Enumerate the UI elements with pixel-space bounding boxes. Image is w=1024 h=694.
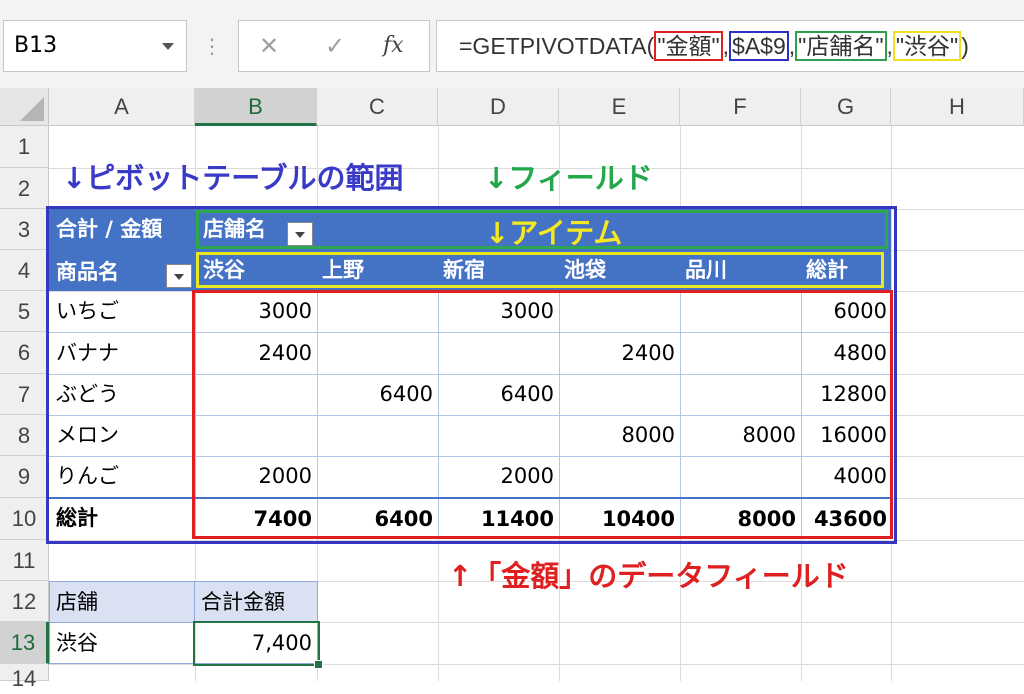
row-header-7[interactable]: 7 [0,374,49,415]
name-box-value: B13 [14,33,58,58]
row-header-14[interactable]: 14 [0,664,49,691]
row-header-13[interactable]: 13 [0,622,49,664]
row-header-6[interactable]: 6 [0,332,49,374]
row-header-2[interactable]: 2 [0,168,49,209]
active-cell-selection[interactable] [193,621,320,666]
column-header-c[interactable]: C [317,88,438,126]
annotation-data-field: ↑「金額」のデータフィールド [448,559,849,593]
chevron-down-icon[interactable] [162,43,174,50]
enter-check-icon[interactable]: ✓ [325,31,345,61]
cancel-icon[interactable]: ✕ [259,31,279,61]
more-vertical-icon[interactable]: ⋮ [200,32,224,62]
column-header-d[interactable]: D [438,88,559,126]
annotation-item: ↓アイテム [485,216,623,250]
column-header-b[interactable]: B [195,88,317,126]
select-all-icon [20,97,44,121]
column-header-f[interactable]: F [680,88,801,126]
summary-header-store[interactable]: 店舗 [56,582,98,622]
row-header-11[interactable]: 11 [0,540,49,581]
row-header-5[interactable]: 5 [0,291,49,332]
row-header-3[interactable]: 3 [0,209,49,250]
fill-handle[interactable] [314,660,323,669]
formula-sep: , [886,33,893,59]
row-header-8[interactable]: 8 [0,415,49,456]
column-header-a[interactable]: A [49,88,195,126]
row-header-12[interactable]: 12 [0,581,49,622]
insert-function-icon[interactable]: fx [383,31,404,61]
column-header-h[interactable]: H [891,88,1024,126]
formula-arg-data-field: "金額" [654,31,723,61]
items-highlight [196,252,884,288]
formula-arg-field: "店舗名" [795,31,887,61]
formula-input[interactable]: =GETPIVOTDATA("金額", $A$9, "店舗名", "渋谷") [436,20,1024,72]
formula-buttons: ✕ ✓ fx [238,20,430,72]
column-header-e[interactable]: E [559,88,680,126]
summary-header-total[interactable]: 合計金額 [201,582,285,622]
summary-store-cell[interactable]: 渋谷 [56,623,98,663]
formula-suffix: ) [961,33,969,59]
row-header-4[interactable]: 4 [0,250,49,291]
data-field-highlight [192,290,893,539]
formula-bar-area: B13 ⋮ ✕ ✓ fx =GETPIVOTDATA("金額", $A$9, "店舗… [0,0,1024,89]
row-header-1[interactable]: 1 [0,126,49,168]
formula-prefix: =GETPIVOTDATA( [459,33,655,59]
formula-arg-item: "渋谷" [892,31,962,61]
name-box[interactable]: B13 [3,20,187,72]
annotation-pivot-range: ↓ピボットテーブルの範囲 [62,161,404,195]
row-header-9[interactable]: 9 [0,456,49,498]
row-header-10[interactable]: 10 [0,498,49,540]
summary-border [49,581,50,664]
select-all-corner[interactable] [0,88,49,126]
annotation-field: ↓フィールド [484,161,653,195]
formula-arg-pivot-ref: $A$9 [729,31,789,61]
column-header-g[interactable]: G [801,88,891,126]
